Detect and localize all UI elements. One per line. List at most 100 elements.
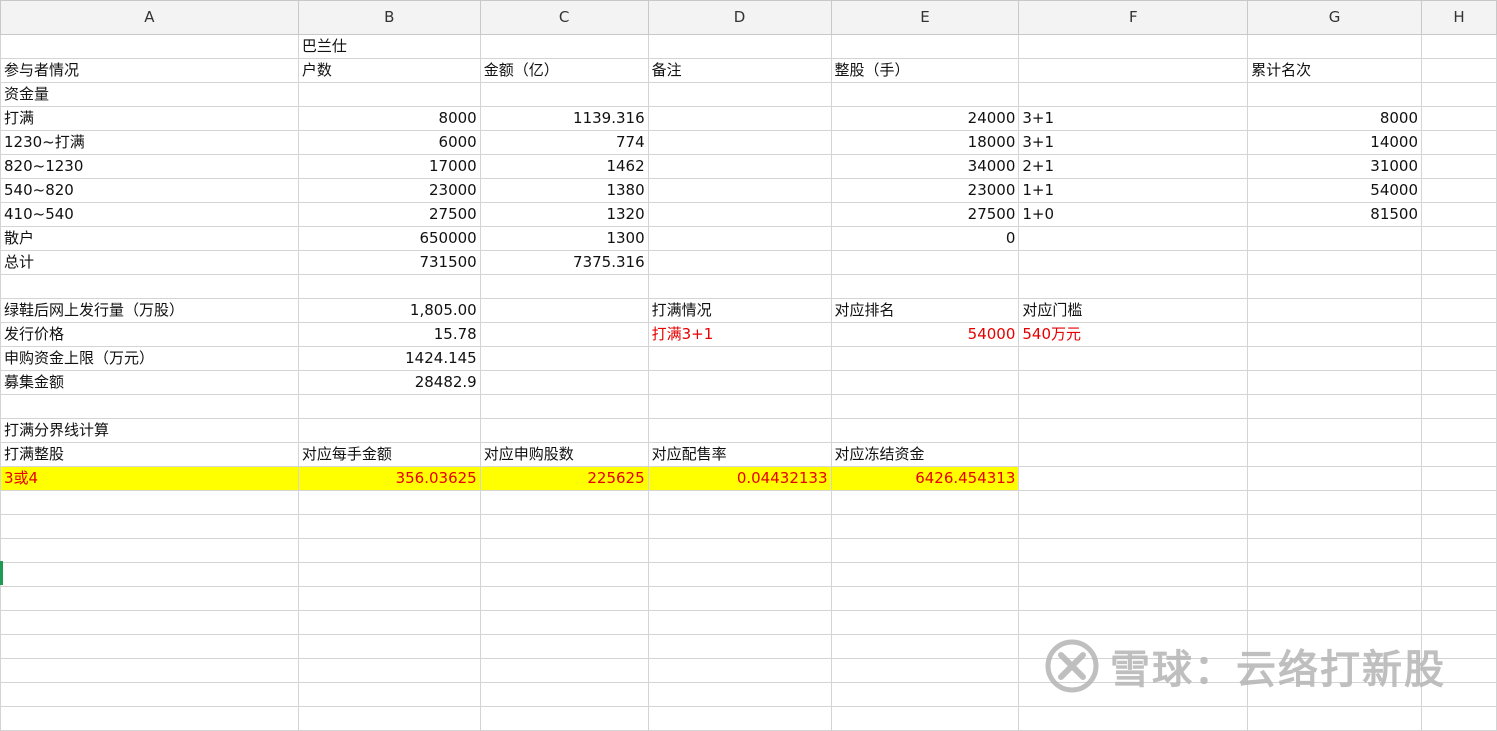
cell-f13[interactable]: 540万元 — [1018, 322, 1249, 347]
cell-a6[interactable]: 820~1230 — [0, 154, 299, 179]
column-header-g[interactable]: G — [1247, 0, 1423, 35]
cell-d21[interactable] — [647, 514, 832, 539]
cell-c3[interactable] — [479, 82, 649, 107]
cell-d16[interactable] — [647, 394, 832, 419]
cell-d11[interactable] — [647, 274, 832, 299]
cell-b24[interactable] — [297, 586, 481, 611]
cell-h12[interactable] — [1421, 298, 1497, 323]
cell-e4[interactable]: 24000 — [830, 106, 1020, 131]
cell-a29[interactable] — [0, 706, 299, 731]
cell-h8[interactable] — [1421, 202, 1497, 227]
cell-a24[interactable] — [0, 586, 299, 611]
cell-a13[interactable]: 发行价格 — [0, 322, 299, 347]
cell-f12[interactable]: 对应门槛 — [1018, 298, 1249, 323]
cell-h18[interactable] — [1421, 442, 1497, 467]
cell-a12[interactable]: 绿鞋后网上发行量（万股） — [0, 298, 299, 323]
cell-e26[interactable] — [830, 634, 1020, 659]
cell-g17[interactable] — [1247, 418, 1423, 443]
cell-g21[interactable] — [1247, 514, 1423, 539]
cell-h11[interactable] — [1421, 274, 1497, 299]
cell-h15[interactable] — [1421, 370, 1497, 395]
cell-g1[interactable] — [1247, 34, 1423, 59]
column-header-a[interactable]: A — [0, 0, 299, 35]
cell-a16[interactable] — [0, 394, 299, 419]
cell-b18[interactable]: 对应每手金额 — [297, 442, 481, 467]
cell-c24[interactable] — [479, 586, 649, 611]
cell-g3[interactable] — [1247, 82, 1423, 107]
cell-d26[interactable] — [647, 634, 832, 659]
cell-h21[interactable] — [1421, 514, 1497, 539]
cell-a8[interactable]: 410~540 — [0, 202, 299, 227]
cell-f3[interactable] — [1018, 82, 1249, 107]
cell-e19[interactable]: 6426.454313 — [830, 466, 1020, 491]
cell-f1[interactable] — [1018, 34, 1249, 59]
cell-e25[interactable] — [830, 610, 1020, 635]
cell-d14[interactable] — [647, 346, 832, 371]
cell-d22[interactable] — [647, 538, 832, 563]
column-header-f[interactable]: F — [1018, 0, 1249, 35]
cell-h20[interactable] — [1421, 490, 1497, 515]
cell-g13[interactable] — [1247, 322, 1423, 347]
column-header-e[interactable]: E — [830, 0, 1020, 35]
cell-e12[interactable]: 对应排名 — [830, 298, 1020, 323]
cell-h5[interactable] — [1421, 130, 1497, 155]
cell-e28[interactable] — [830, 682, 1020, 707]
cell-a3[interactable]: 资金量 — [0, 82, 299, 107]
cell-d17[interactable] — [647, 418, 832, 443]
cell-g10[interactable] — [1247, 250, 1423, 275]
cell-d29[interactable] — [647, 706, 832, 731]
column-header-b[interactable]: B — [297, 0, 481, 35]
cell-f16[interactable] — [1018, 394, 1249, 419]
cell-e7[interactable]: 23000 — [830, 178, 1020, 203]
cell-c18[interactable]: 对应申购股数 — [479, 442, 649, 467]
cell-d12[interactable]: 打满情况 — [647, 298, 832, 323]
cell-f19[interactable] — [1018, 466, 1249, 491]
cell-h19[interactable] — [1421, 466, 1497, 491]
cell-h25[interactable] — [1421, 610, 1497, 635]
cell-b8[interactable]: 27500 — [297, 202, 481, 227]
cell-c4[interactable]: 1139.316 — [479, 106, 649, 131]
cell-e18[interactable]: 对应冻结资金 — [830, 442, 1020, 467]
cell-h13[interactable] — [1421, 322, 1497, 347]
cell-a4[interactable]: 打满 — [0, 106, 299, 131]
cell-e11[interactable] — [830, 274, 1020, 299]
cell-f17[interactable] — [1018, 418, 1249, 443]
cell-h7[interactable] — [1421, 178, 1497, 203]
cell-f20[interactable] — [1018, 490, 1249, 515]
cell-d8[interactable] — [647, 202, 832, 227]
cell-e16[interactable] — [830, 394, 1020, 419]
column-header-h[interactable]: H — [1421, 0, 1497, 35]
cell-h14[interactable] — [1421, 346, 1497, 371]
cell-c1[interactable] — [479, 34, 649, 59]
cell-d3[interactable] — [647, 82, 832, 107]
cell-c27[interactable] — [479, 658, 649, 683]
cell-b29[interactable] — [297, 706, 481, 731]
cell-c14[interactable] — [479, 346, 649, 371]
cell-g20[interactable] — [1247, 490, 1423, 515]
cell-a21[interactable] — [0, 514, 299, 539]
cell-c20[interactable] — [479, 490, 649, 515]
cell-f21[interactable] — [1018, 514, 1249, 539]
cell-b3[interactable] — [297, 82, 481, 107]
cell-d1[interactable] — [647, 34, 832, 59]
cell-g22[interactable] — [1247, 538, 1423, 563]
cell-a27[interactable] — [0, 658, 299, 683]
cell-b20[interactable] — [297, 490, 481, 515]
cell-b27[interactable] — [297, 658, 481, 683]
cell-c25[interactable] — [479, 610, 649, 635]
cell-g14[interactable] — [1247, 346, 1423, 371]
cell-e9[interactable]: 0 — [830, 226, 1020, 251]
cell-g19[interactable] — [1247, 466, 1423, 491]
cell-h2[interactable] — [1421, 58, 1497, 83]
cell-b4[interactable]: 8000 — [297, 106, 481, 131]
cell-g23[interactable] — [1247, 562, 1423, 587]
cell-c10[interactable]: 7375.316 — [479, 250, 649, 275]
cell-c2[interactable]: 金额（亿） — [479, 58, 649, 83]
cell-f8[interactable]: 1+0 — [1018, 202, 1249, 227]
cell-e15[interactable] — [830, 370, 1020, 395]
cell-g5[interactable]: 14000 — [1247, 130, 1423, 155]
cell-f4[interactable]: 3+1 — [1018, 106, 1249, 131]
cell-a17[interactable]: 打满分界线计算 — [0, 418, 299, 443]
cell-e23[interactable] — [830, 562, 1020, 587]
cell-f25[interactable] — [1018, 610, 1249, 635]
